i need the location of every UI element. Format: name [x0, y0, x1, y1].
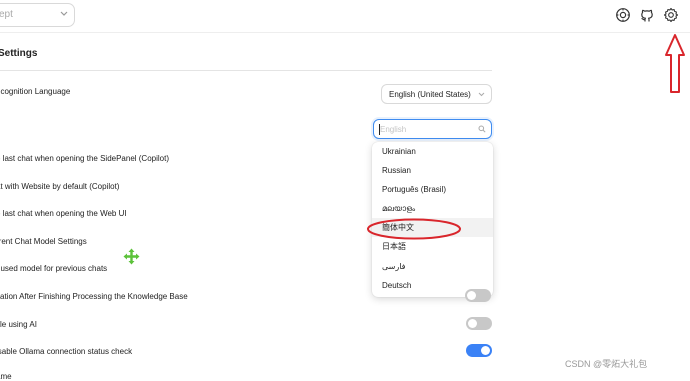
red-arrow-annotation — [665, 34, 685, 93]
search-icon — [478, 125, 486, 133]
language-search-input[interactable] — [380, 123, 470, 135]
model-select[interactable]: ept — [0, 3, 75, 27]
move-cursor-icon — [123, 248, 140, 265]
row-label-chat-with-website: at with Website by default (Copilot) — [0, 182, 120, 191]
title-divider — [0, 70, 492, 71]
knowledge-base-notification-toggle[interactable] — [465, 289, 491, 302]
row-label-name: ame — [0, 372, 12, 381]
row-label-disable-ollama-check: isable Ollama connection status check — [0, 347, 133, 356]
chevron-down-icon — [478, 92, 485, 97]
page-title: Settings — [0, 48, 38, 59]
row-label-last-used-model: t used model for previous chats — [0, 264, 108, 273]
row-label-current-chat-model: rrent Chat Model Settings — [0, 237, 87, 246]
settings-sliders-icon[interactable] — [615, 7, 631, 23]
row-label-knowledge-base-notification: cation After Finishing Processing the Kn… — [0, 292, 188, 301]
disable-ollama-check-toggle[interactable] — [466, 344, 492, 357]
top-bar: ept — [0, 0, 690, 33]
row-label-sidepanel-last-chat: e last chat when opening the SidePanel (… — [0, 154, 169, 163]
gear-icon[interactable] — [663, 7, 679, 23]
github-icon[interactable] — [639, 7, 655, 23]
model-select-value: ept — [0, 9, 13, 20]
language-option[interactable]: فارسی — [372, 257, 493, 276]
row-label-title-using-ai: itle using AI — [0, 320, 37, 329]
recognition-language-value: English (United States) — [389, 90, 471, 99]
csdn-watermark: CSDN @零炻大礼包 — [565, 359, 648, 369]
recognition-language-select[interactable]: English (United States) — [381, 84, 492, 104]
row-label-webui-last-chat: e last chat when opening the Web UI — [0, 209, 127, 218]
toggle-knob — [467, 291, 476, 300]
row-label-recognition-language: ecognition Language — [0, 87, 71, 96]
red-ellipse-annotation — [367, 218, 461, 240]
language-search-input-box[interactable] — [373, 119, 492, 139]
language-option[interactable]: Português (Brasil) — [372, 180, 493, 199]
toggle-knob — [481, 346, 490, 355]
language-option[interactable]: Russian — [372, 161, 493, 180]
title-using-ai-toggle[interactable] — [466, 317, 492, 330]
language-option[interactable]: Ukrainian — [372, 142, 493, 161]
chevron-down-icon — [60, 11, 68, 16]
toggle-knob — [468, 319, 477, 328]
